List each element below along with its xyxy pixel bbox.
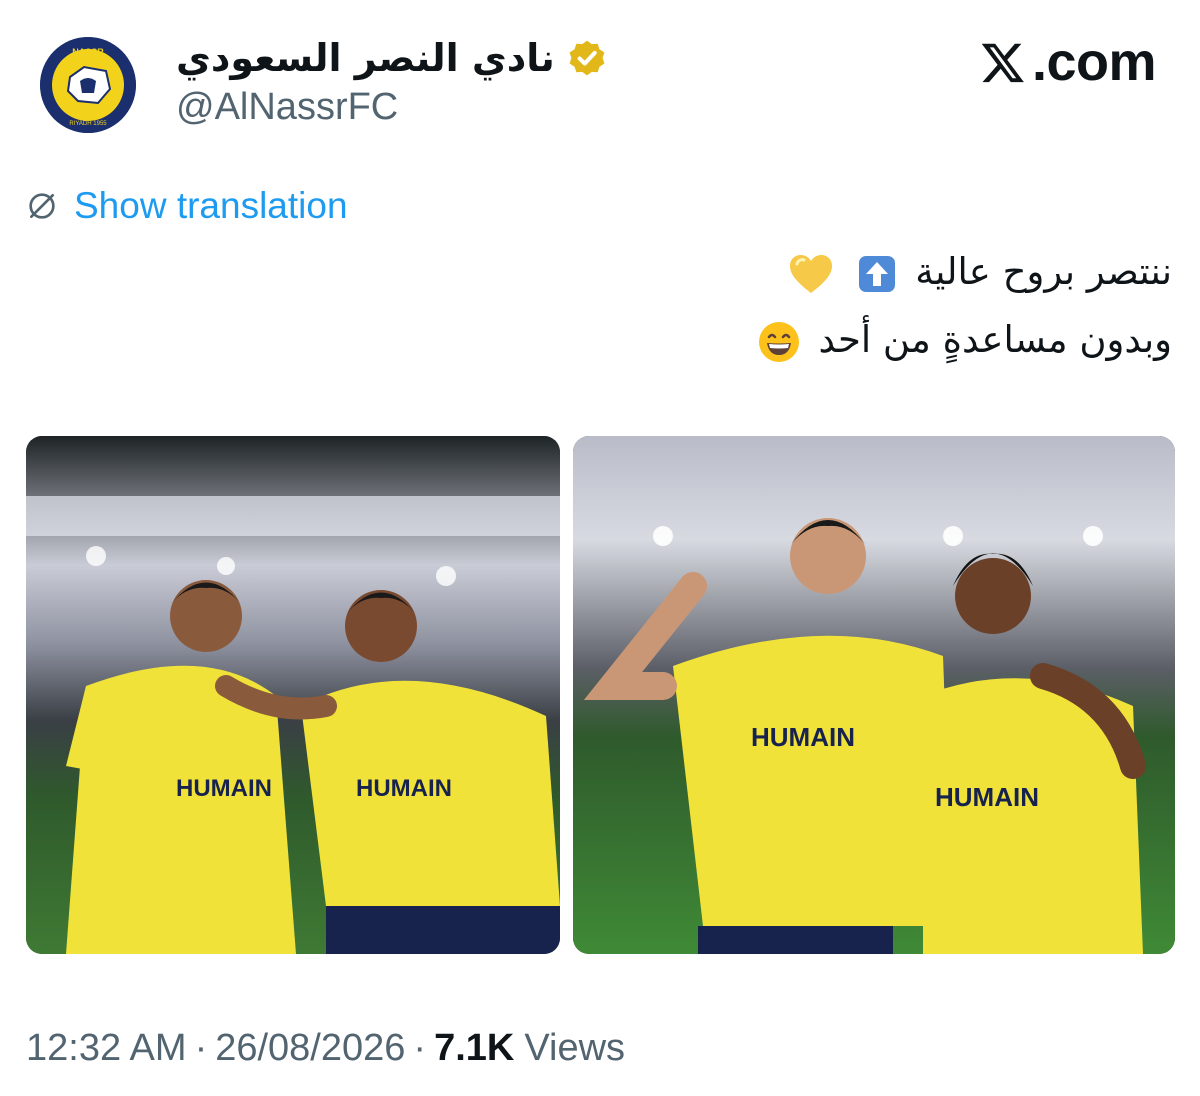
- tweet-line-2-text: وبدون مساعدةٍ من أحد: [818, 318, 1172, 361]
- x-com-logo: .com: [980, 32, 1157, 92]
- right-photo-jersey-text: HUMAIN: [751, 722, 855, 752]
- account-handle[interactable]: @AlNassrFC: [176, 86, 398, 129]
- tweet-text: ننتصر بروح عالية وبدون مساعدةٍ من أحد: [272, 238, 1172, 374]
- meta-separator: ·: [413, 1026, 427, 1069]
- globe-translate-icon: [29, 193, 55, 219]
- nassr-logo-icon: NASSR RIYADH 1955: [40, 37, 136, 133]
- up-arrow-emoji-icon: [859, 255, 896, 292]
- grinning-face-emoji-icon: [758, 321, 799, 362]
- verified-badge-icon: [569, 40, 605, 76]
- views-label: Views: [524, 1026, 626, 1069]
- tweet-date[interactable]: 26/08/2026: [215, 1027, 405, 1070]
- display-name[interactable]: نادي النصر السعودي: [176, 36, 555, 80]
- yellow-heart-emoji-icon: [789, 254, 832, 293]
- right-photo-jersey-text-2: HUMAIN: [935, 782, 1039, 812]
- avatar-logo-text: NASSR: [72, 47, 104, 57]
- show-translation-label[interactable]: Show translation: [74, 185, 348, 227]
- avatar-logo-subtext: RIYADH 1955: [69, 121, 107, 127]
- meta-separator: ·: [194, 1026, 208, 1069]
- tweet-photo-right[interactable]: HUMAIN HUMAIN: [573, 436, 1175, 954]
- tweet-line-2: وبدون مساعدةٍ من أحد: [272, 306, 1172, 374]
- account-name-row[interactable]: نادي النصر السعودي: [176, 28, 609, 88]
- players-fist-pump-photo-icon: HUMAIN HUMAIN: [573, 436, 1175, 954]
- left-photo-jersey-text-2: HUMAIN: [356, 775, 452, 802]
- views-count[interactable]: 7.1K: [434, 1027, 514, 1070]
- tweet-photo-left[interactable]: HUMAIN HUMAIN: [26, 436, 560, 954]
- tweet-meta: 12:32 AM · 26/08/2026 · 7.1K Views: [26, 1020, 625, 1076]
- players-celebrating-photo-icon: HUMAIN HUMAIN: [26, 436, 560, 954]
- tweet-time[interactable]: 12:32 AM: [26, 1027, 187, 1070]
- x-com-text: .com: [1031, 32, 1157, 92]
- tweet-line-1: ننتصر بروح عالية: [272, 238, 1172, 306]
- left-photo-jersey-text: HUMAIN: [176, 775, 272, 802]
- account-avatar[interactable]: NASSR RIYADH 1955: [40, 37, 136, 133]
- x-logo-icon: [981, 43, 1024, 83]
- tweet-line-1-text: ننتصر بروح عالية: [915, 250, 1172, 293]
- show-translation-link[interactable]: Show translation: [26, 180, 348, 232]
